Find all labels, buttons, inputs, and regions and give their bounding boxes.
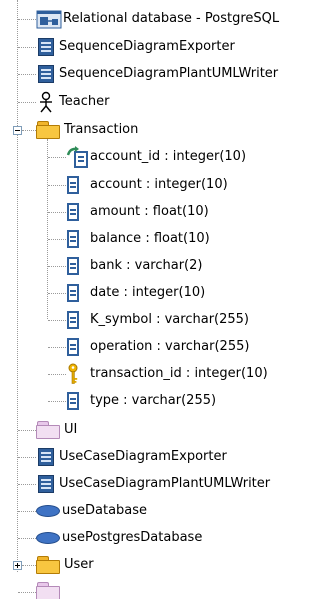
use-case-icon [35, 503, 61, 519]
package-icon [35, 582, 61, 599]
tree-item-balance[interactable]: balance : float(10) [66, 228, 210, 250]
tree-item-label: bank : varchar(2) [90, 258, 203, 273]
tree-connector [48, 212, 66, 213]
class-icon [36, 63, 56, 85]
tree-item-label: UseCaseDiagramPlantUMLWriter [59, 476, 271, 491]
tree-item-account[interactable]: account : integer(10) [66, 174, 228, 196]
tree-connector [48, 185, 66, 186]
model-tree: Relational database - PostgreSQL Sequenc… [0, 0, 307, 599]
tree-item-label: type : varchar(255) [90, 393, 217, 408]
tree-item-use-postgres-database[interactable]: usePostgresDatabase [35, 527, 202, 549]
tree-item-label: account : integer(10) [90, 177, 228, 192]
database-diagram-icon [36, 8, 62, 30]
tree-item-label: UseCaseDiagramExporter [59, 449, 227, 464]
expand-toggle[interactable] [13, 561, 22, 570]
tree-connector [18, 592, 36, 593]
tree-item-label: K_symbol : varchar(255) [90, 312, 249, 327]
attribute-icon [66, 391, 80, 411]
attribute-icon [66, 337, 80, 357]
tree-item-sequence-diagram-plantuml-writer[interactable]: SequenceDiagramPlantUMLWriter [36, 63, 278, 85]
tree-item-label: SequenceDiagramExporter [59, 39, 235, 54]
tree-connector [18, 102, 36, 103]
tree-connector [48, 401, 66, 402]
tree-item-label: useDatabase [62, 503, 148, 518]
tree-item-user[interactable]: User [35, 554, 94, 576]
foreign-key-attribute-icon [66, 146, 90, 168]
use-case-icon [35, 530, 61, 546]
tree-item-relational-database[interactable]: Relational database - PostgreSQL [36, 8, 279, 30]
tree-connector [48, 347, 66, 348]
tree-connector [18, 484, 36, 485]
tree-item-partial-package[interactable] [35, 582, 64, 599]
tree-item-transaction[interactable]: Transaction [35, 119, 138, 141]
attribute-icon [66, 229, 80, 249]
tree-connector [48, 157, 66, 158]
tree-item-amount[interactable]: amount : float(10) [66, 201, 209, 223]
tree-item-k-symbol[interactable]: K_symbol : varchar(255) [66, 309, 249, 331]
tree-item-label: UI [64, 422, 78, 437]
tree-item-teacher[interactable]: Teacher [36, 91, 109, 113]
tree-connector [18, 19, 36, 20]
tree-item-use-case-diagram-plantuml-writer[interactable]: UseCaseDiagramPlantUMLWriter [36, 473, 270, 495]
class-icon [36, 446, 56, 468]
tree-connector [47, 139, 48, 319]
class-icon [36, 36, 56, 58]
tree-connector [22, 565, 36, 566]
tree-connector [18, 430, 36, 431]
tree-item-label: Transaction [64, 122, 139, 137]
tree-item-label: Relational database - PostgreSQL [63, 11, 280, 26]
collapse-toggle[interactable] [13, 126, 22, 135]
tree-item-account-id[interactable]: account_id : integer(10) [66, 146, 246, 168]
tree-item-sequence-diagram-exporter[interactable]: SequenceDiagramExporter [36, 36, 235, 58]
tree-item-label: Teacher [59, 94, 110, 109]
class-icon [36, 473, 56, 495]
tree-item-label: account_id : integer(10) [90, 149, 247, 164]
attribute-icon [66, 256, 80, 276]
tree-item-label: date : integer(10) [90, 285, 206, 300]
actor-icon [36, 91, 56, 113]
attribute-icon [66, 202, 80, 222]
tree-connector [48, 239, 66, 240]
tree-connector [18, 511, 36, 512]
tree-item-ui[interactable]: UI [35, 419, 77, 441]
tree-item-label: User [64, 557, 94, 572]
package-icon [35, 555, 61, 575]
tree-item-date[interactable]: date : integer(10) [66, 282, 205, 304]
attribute-icon [66, 283, 80, 303]
tree-item-label: SequenceDiagramPlantUMLWriter [59, 66, 279, 81]
tree-connector [18, 457, 36, 458]
package-icon [35, 420, 61, 440]
tree-connector [48, 320, 66, 321]
tree-connector [48, 266, 66, 267]
attribute-icon [66, 175, 80, 195]
tree-connector [18, 538, 36, 539]
tree-connector [18, 47, 36, 48]
tree-item-use-database[interactable]: useDatabase [35, 500, 147, 522]
tree-item-use-case-diagram-exporter[interactable]: UseCaseDiagramExporter [36, 446, 227, 468]
tree-item-label: transaction_id : integer(10) [90, 366, 268, 381]
tree-item-label: amount : float(10) [90, 204, 209, 219]
tree-connector [48, 293, 66, 294]
tree-item-transaction-id[interactable]: transaction_id : integer(10) [66, 363, 268, 385]
tree-item-bank[interactable]: bank : varchar(2) [66, 255, 202, 277]
primary-key-icon [66, 363, 80, 385]
tree-item-operation[interactable]: operation : varchar(255) [66, 336, 249, 358]
tree-item-label: operation : varchar(255) [90, 339, 250, 354]
tree-item-type[interactable]: type : varchar(255) [66, 390, 216, 412]
tree-item-label: usePostgresDatabase [62, 530, 203, 545]
package-icon [35, 120, 61, 140]
tree-connector [48, 374, 66, 375]
tree-connector [22, 130, 36, 131]
tree-connector [18, 74, 36, 75]
tree-item-label: balance : float(10) [90, 231, 210, 246]
attribute-icon [66, 310, 80, 330]
tree-connector [17, 0, 18, 572]
